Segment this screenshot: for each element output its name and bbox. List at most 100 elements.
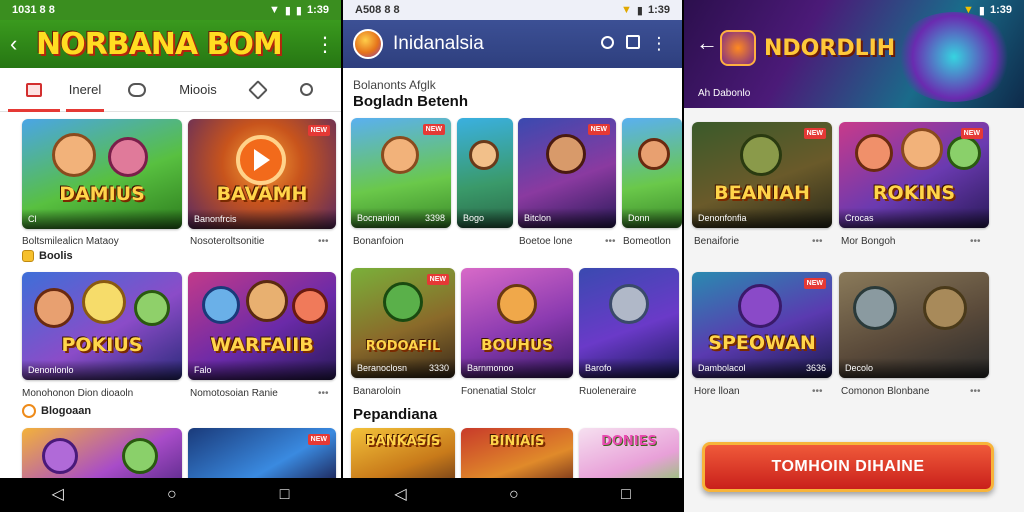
store-icon bbox=[26, 82, 42, 97]
recents-nav-icon[interactable]: □ bbox=[621, 487, 631, 503]
card-caption: Bogo bbox=[463, 213, 485, 223]
game-name: Boltsmilealicn Mataoy bbox=[22, 236, 119, 247]
tab-label: Inerel bbox=[68, 82, 102, 97]
recents-nav-icon[interactable]: □ bbox=[280, 487, 290, 503]
tab-mioois[interactable]: Mioois bbox=[162, 68, 234, 112]
system-nav-bar: ◁ ○ □ bbox=[343, 478, 682, 512]
game-banner: BINIAIS bbox=[489, 434, 545, 449]
signal-icon: ▮ bbox=[636, 4, 643, 17]
new-badge: NEW bbox=[803, 278, 826, 289]
game-card[interactable]: Donn bbox=[622, 118, 682, 228]
app-icon[interactable] bbox=[353, 29, 383, 59]
download-icon[interactable] bbox=[620, 34, 646, 54]
card-caption: Falo bbox=[194, 365, 212, 375]
gamepad-icon bbox=[128, 82, 146, 97]
game-card[interactable]: NEW Bitclon bbox=[518, 118, 616, 228]
app-title: NORBANA BOM bbox=[36, 26, 283, 62]
home-nav-icon[interactable]: ○ bbox=[509, 487, 519, 503]
game-banner: RODOAFIL bbox=[365, 339, 441, 354]
back-nav-icon[interactable]: ◁ bbox=[394, 487, 406, 503]
game-name: Comonon Blonbane bbox=[841, 386, 930, 397]
game-card[interactable]: Barofo bbox=[579, 268, 679, 378]
overflow-icon[interactable]: ••• bbox=[970, 386, 981, 397]
back-nav-icon[interactable]: ◁ bbox=[52, 487, 64, 503]
game-card[interactable]: NEW Bocnanion 3398 bbox=[351, 118, 451, 228]
new-badge: NEW bbox=[803, 128, 826, 139]
wifi-icon: ▼ bbox=[963, 4, 974, 16]
card-rating: 3636 bbox=[805, 363, 826, 373]
screen-category: A508 8 8 ▼ ▮ 1:39 Inidanalsia ⋮ Bolanont… bbox=[343, 0, 682, 512]
tab-search[interactable] bbox=[282, 68, 330, 112]
game-banner: SPEOWAN bbox=[708, 332, 816, 354]
card-caption: Bitclon bbox=[524, 213, 552, 223]
game-card[interactable]: NEW SPEOWAN Dambolacol 3636 bbox=[692, 272, 832, 378]
wifi-icon: ▼ bbox=[621, 4, 632, 16]
clock: 1:39 bbox=[989, 4, 1012, 16]
back-icon[interactable]: ‹ bbox=[10, 31, 36, 57]
overflow-icon[interactable]: ••• bbox=[812, 386, 823, 397]
tab-label: Mioois bbox=[179, 82, 217, 97]
install-button[interactable]: TOMHOIN DIHAINE bbox=[702, 442, 994, 492]
more-icon[interactable]: ⋮ bbox=[646, 34, 672, 54]
game-card[interactable]: NEW BEANIAH Denonfonfia bbox=[692, 122, 832, 228]
game-banner: BOUHUS bbox=[481, 336, 553, 354]
search-icon[interactable] bbox=[594, 34, 620, 54]
overflow-icon[interactable]: ••• bbox=[812, 236, 823, 247]
new-badge: NEW bbox=[960, 128, 983, 139]
more-icon[interactable]: ⋮ bbox=[315, 32, 335, 57]
card-caption: Denonlonlo bbox=[28, 365, 74, 375]
developer-icon bbox=[22, 250, 34, 262]
back-icon[interactable]: ← bbox=[696, 30, 718, 56]
play-icon bbox=[254, 149, 270, 171]
status-left: A508 8 8 bbox=[355, 4, 400, 16]
card-caption: Beranoclosn bbox=[357, 363, 408, 373]
game-card[interactable]: NEW BAVAMH Banonfrcis bbox=[188, 119, 336, 229]
game-card[interactable]: POKIUS Denonlonlo bbox=[22, 272, 182, 380]
status-bar: ▼ ▮ 1:39 bbox=[684, 0, 1024, 20]
new-badge: NEW bbox=[307, 125, 330, 136]
card-caption: Donn bbox=[628, 213, 650, 223]
overflow-icon[interactable]: ••• bbox=[970, 236, 981, 247]
section-title: Bogladn Betenh bbox=[353, 93, 468, 110]
game-card[interactable]: WARFAIIB Falo bbox=[188, 272, 336, 380]
screen-game-detail: ← NDORDLIH Ah Dabonlo ▼ ▮ 1:39 NEW BEANI… bbox=[684, 0, 1024, 512]
game-card[interactable]: DAMIUS Cl bbox=[22, 119, 182, 229]
home-nav-icon[interactable]: ○ bbox=[167, 487, 177, 503]
app-title: Inidanalsia bbox=[393, 33, 484, 54]
game-card[interactable]: BOUHUS Barnmonoo bbox=[461, 268, 573, 378]
game-banner: WARFAIIB bbox=[210, 334, 314, 356]
screen-store-home: 1031 8 8 ▼ ▮ ▮ 1:39 ‹ NORBANA BOM ⋮ Iner… bbox=[0, 0, 341, 512]
card-caption: Banonfrcis bbox=[194, 214, 237, 224]
overflow-icon[interactable]: ••• bbox=[605, 236, 616, 247]
game-name: Nomotosoian Ranie bbox=[190, 388, 278, 399]
status-left: 1031 8 8 bbox=[12, 4, 55, 16]
card-caption: Bocnanion bbox=[357, 213, 400, 223]
tab-offers[interactable] bbox=[234, 68, 282, 112]
game-banner: BAVAMH bbox=[216, 183, 308, 205]
app-title: NDORDLIH bbox=[764, 36, 896, 61]
new-badge: NEW bbox=[307, 434, 330, 445]
game-banner: BANKASIS bbox=[365, 434, 441, 449]
overflow-icon[interactable]: ••• bbox=[318, 388, 329, 399]
battery-icon: ▮ bbox=[295, 4, 302, 17]
game-name: Bonanfoion bbox=[353, 236, 404, 247]
tab-inerel[interactable]: Inerel bbox=[58, 68, 112, 112]
section-title: Pepandiana bbox=[353, 406, 438, 423]
new-badge: NEW bbox=[422, 124, 445, 135]
signal-icon: ▮ bbox=[284, 4, 291, 17]
wifi-icon: ▼ bbox=[268, 4, 280, 16]
developer-label: Blogoaan bbox=[22, 404, 91, 418]
game-name: Bomeotlon bbox=[623, 236, 671, 247]
game-card[interactable]: NEW RODOAFIL Beranoclosn 3330 bbox=[351, 268, 455, 378]
game-card[interactable]: NEW ROKINS Crocas bbox=[839, 122, 989, 228]
card-rating: 3398 bbox=[424, 213, 445, 223]
tab-games[interactable] bbox=[112, 68, 162, 112]
game-card[interactable]: Bogo bbox=[457, 118, 513, 228]
game-card[interactable]: Decolo bbox=[839, 272, 989, 378]
game-name: Hore lloan bbox=[694, 386, 740, 397]
game-name: Banaroloin bbox=[353, 386, 401, 397]
game-name: Mor Bongoh bbox=[841, 236, 896, 247]
overflow-icon[interactable]: ••• bbox=[318, 236, 329, 247]
game-banner: DAMIUS bbox=[59, 183, 145, 205]
new-badge: NEW bbox=[426, 274, 449, 285]
